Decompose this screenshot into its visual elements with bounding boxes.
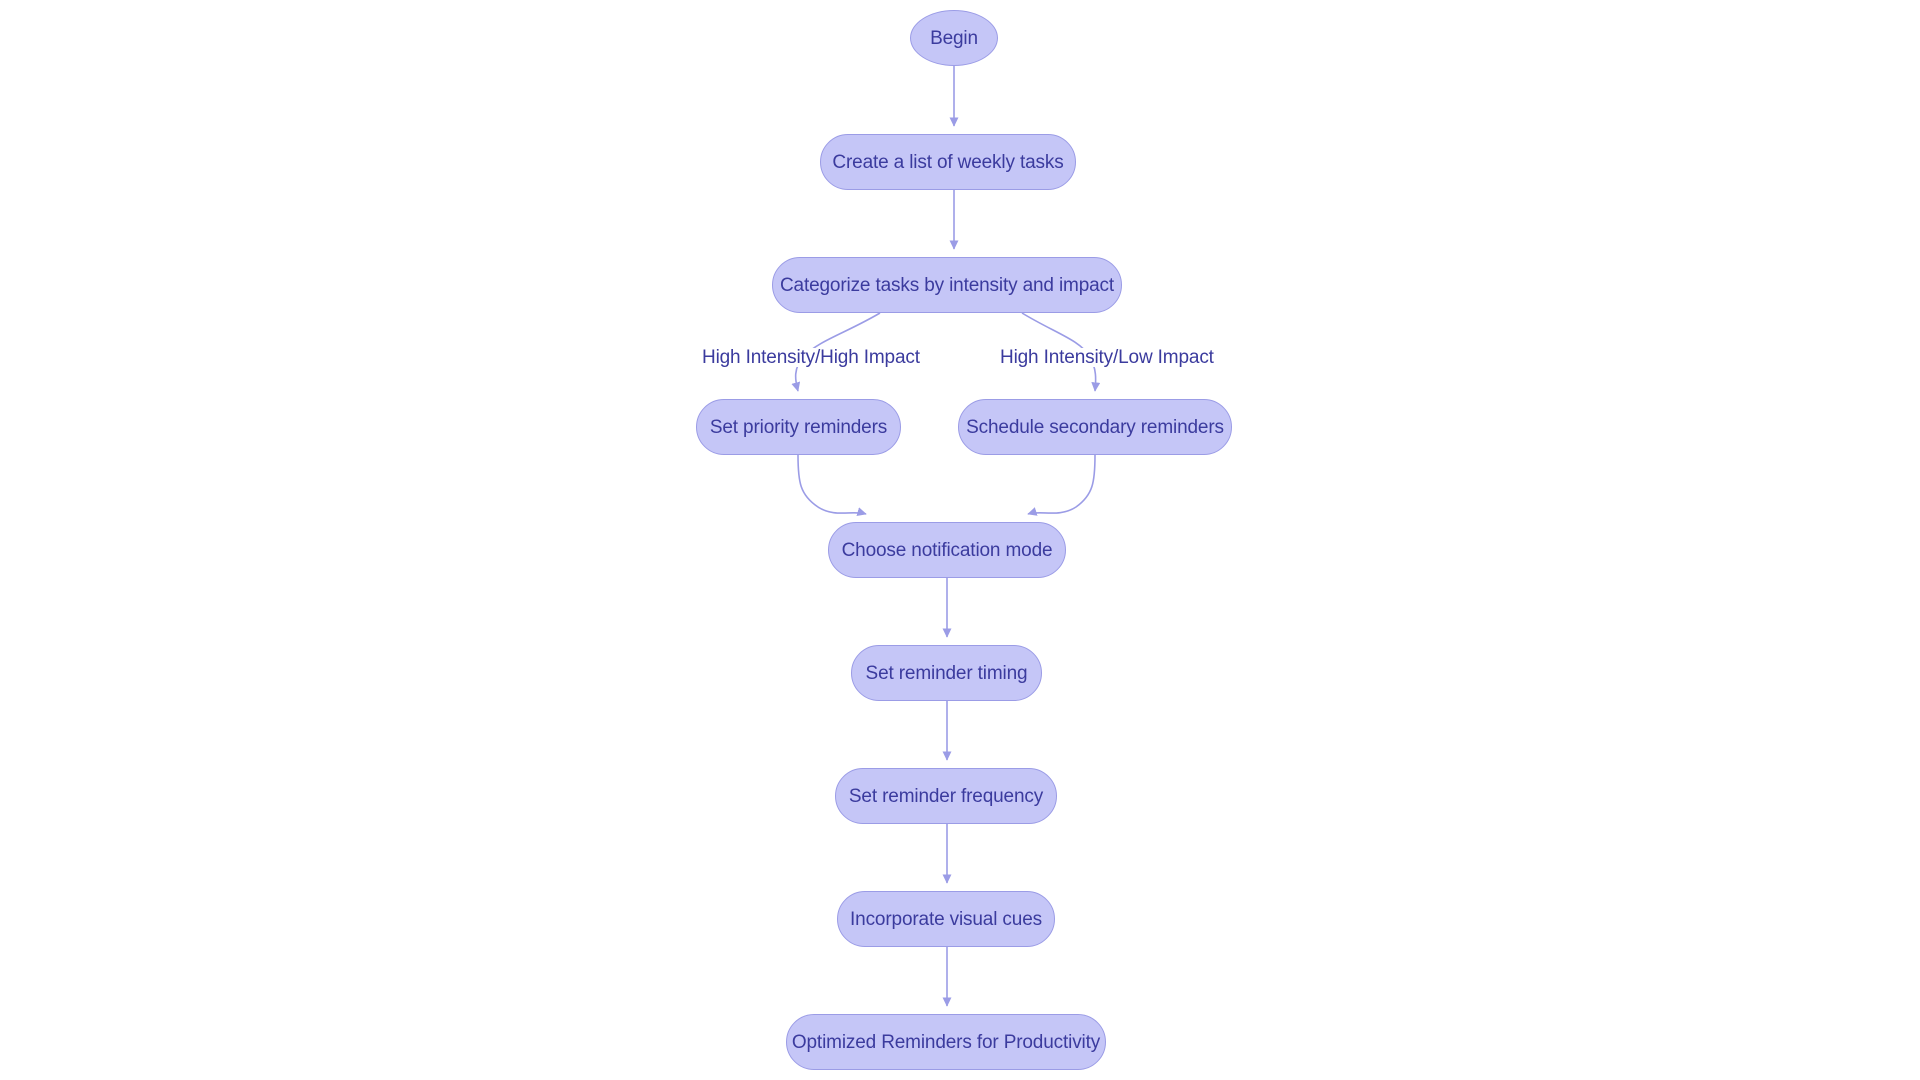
node-schedule-secondary-reminders[interactable]: Schedule secondary reminders (958, 399, 1232, 455)
flowchart-canvas: Begin Create a list of weekly tasks Cate… (0, 0, 1920, 1080)
edge-priority-to-choose (797, 454, 867, 516)
node-schedule-secondary-reminders-label: Schedule secondary reminders (966, 416, 1224, 438)
node-begin[interactable]: Begin (910, 10, 998, 66)
node-set-priority-reminders[interactable]: Set priority reminders (696, 399, 901, 455)
node-optimized-reminders-for-productivity[interactable]: Optimized Reminders for Productivity (786, 1014, 1106, 1070)
node-incorporate-visual-cues[interactable]: Incorporate visual cues (837, 891, 1055, 947)
edge-secondary-to-choose (1027, 454, 1096, 516)
node-set-reminder-timing-label: Set reminder timing (865, 662, 1028, 684)
node-set-reminder-timing[interactable]: Set reminder timing (851, 645, 1042, 701)
node-categorize-tasks[interactable]: Categorize tasks by intensity and impact (772, 257, 1122, 313)
node-create-list-of-weekly-tasks[interactable]: Create a list of weekly tasks (820, 134, 1076, 190)
node-set-priority-reminders-label: Set priority reminders (709, 416, 888, 438)
node-set-reminder-frequency-label: Set reminder frequency (848, 785, 1044, 807)
node-set-reminder-frequency[interactable]: Set reminder frequency (835, 768, 1057, 824)
node-categorize-tasks-label: Categorize tasks by intensity and impact (779, 274, 1115, 296)
node-incorporate-visual-cues-label: Incorporate visual cues (850, 908, 1042, 930)
node-choose-notification-mode[interactable]: Choose notification mode (828, 522, 1066, 578)
edge-label-high-intensity-low-impact: High Intensity/Low Impact (1000, 347, 1214, 368)
node-begin-label: Begin (930, 27, 978, 49)
node-choose-notification-mode-label: Choose notification mode (841, 539, 1053, 561)
edge-label-high-intensity-high-impact: High Intensity/High Impact (702, 347, 920, 368)
node-optimized-reminders-for-productivity-label: Optimized Reminders for Productivity (791, 1031, 1101, 1053)
node-create-list-of-weekly-tasks-label: Create a list of weekly tasks (832, 151, 1064, 173)
